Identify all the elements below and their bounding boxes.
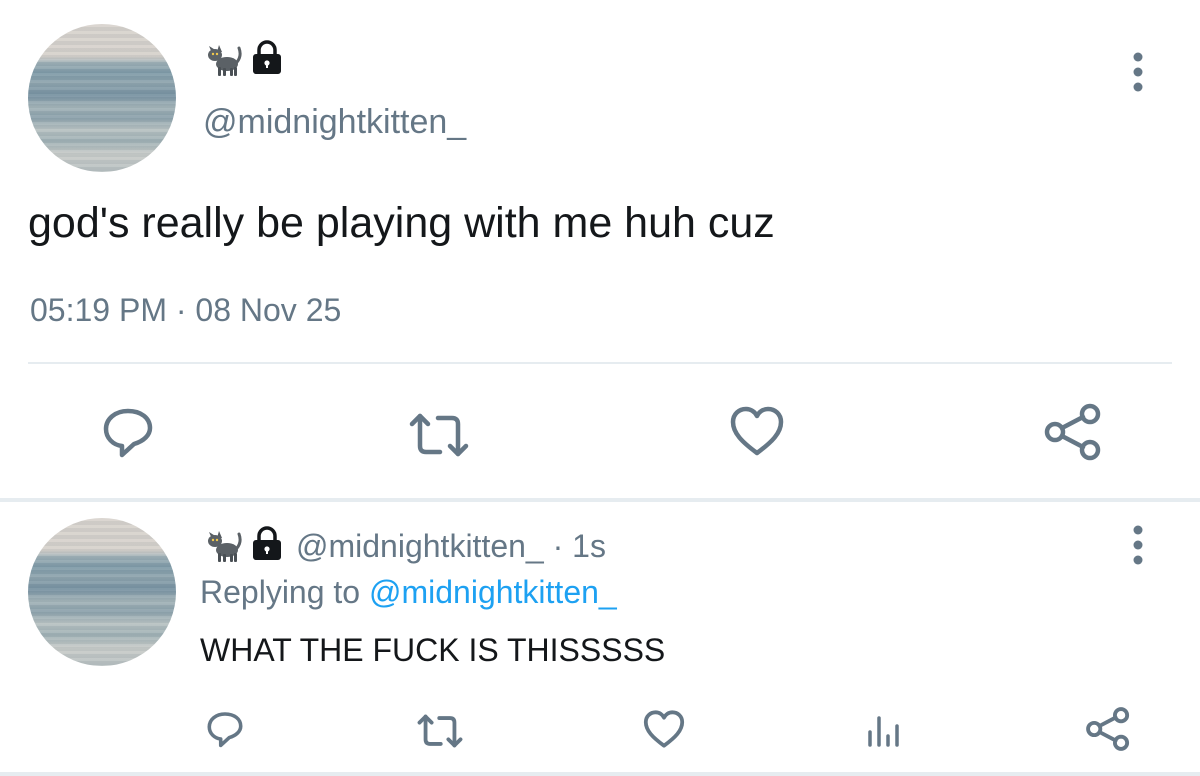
user-handle[interactable]: @midnightkitten_ — [296, 528, 544, 564]
avatar[interactable] — [28, 518, 176, 666]
retweet-icon[interactable] — [406, 410, 472, 460]
share-icon[interactable] — [1084, 706, 1132, 752]
cat-emoji-icon — [203, 526, 243, 566]
tweet-timestamp[interactable]: 05:19 PM · 08 Nov 25 — [30, 290, 341, 330]
avatar[interactable] — [28, 24, 176, 172]
user-handle[interactable]: @midnightkitten_ — [203, 102, 466, 142]
reply-icon[interactable] — [100, 404, 156, 460]
reply-icon[interactable] — [205, 708, 245, 750]
analytics-icon[interactable] — [864, 710, 904, 750]
retweet-icon[interactable] — [414, 712, 466, 750]
reply-time[interactable]: · 1s — [553, 528, 606, 564]
like-icon[interactable] — [728, 404, 786, 458]
lock-icon — [248, 524, 286, 562]
replying-to-label: Replying to — [200, 574, 361, 610]
replying-to-line: Replying to @midnightkitten_ — [200, 572, 617, 612]
divider — [28, 362, 1172, 364]
reply-header: @midnightkitten_ · 1s — [296, 526, 606, 566]
bottom-edge — [0, 772, 1200, 776]
like-icon[interactable] — [642, 708, 686, 750]
share-icon[interactable] — [1042, 402, 1104, 462]
cat-emoji-icon — [203, 40, 243, 80]
replying-to-handle[interactable]: @midnightkitten_ — [369, 574, 617, 610]
more-vertical-icon[interactable] — [1126, 48, 1150, 96]
more-vertical-icon[interactable] — [1126, 522, 1150, 568]
tweet-text: god's really be playing with me huh cuz — [28, 199, 775, 247]
reply-text: WHAT THE FUCK IS THISSSSS — [200, 632, 666, 668]
section-separator — [0, 498, 1200, 502]
lock-icon — [248, 38, 286, 76]
